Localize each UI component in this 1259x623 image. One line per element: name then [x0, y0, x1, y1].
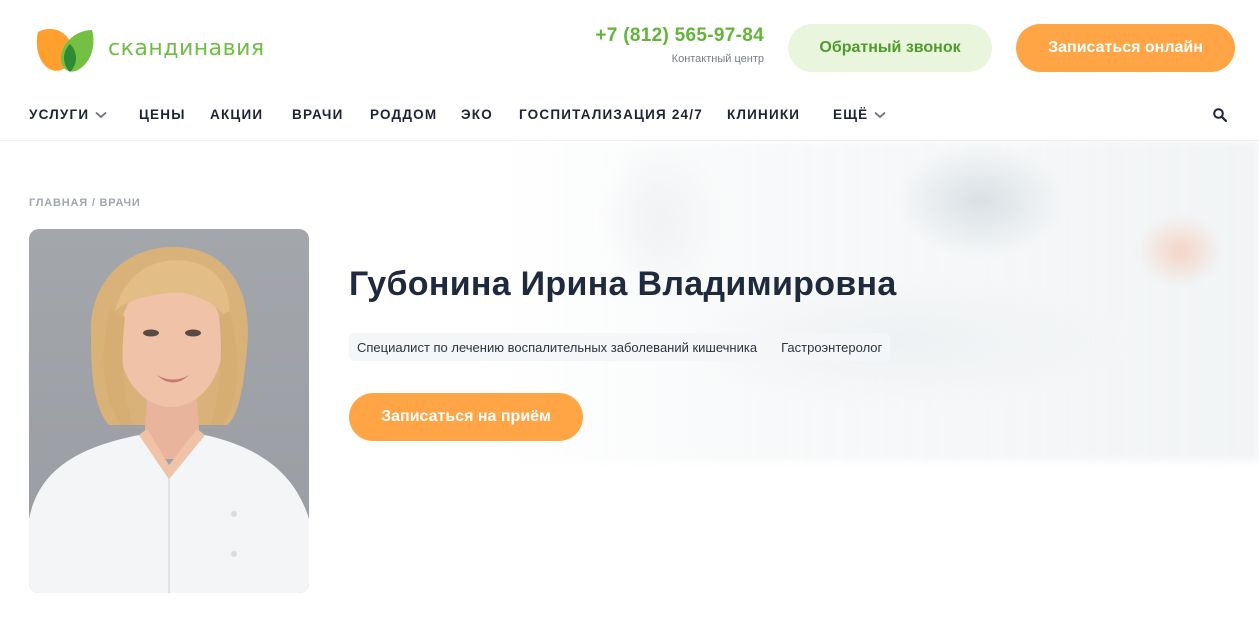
contact-block: +7 (812) 565-97-84 Контактный центр: [595, 25, 764, 65]
main-nav: УСЛУГИ ЦЕНЫ АКЦИИ ВРАЧИ РОДДОМ ЭКО ГОСПИ…: [0, 96, 1259, 141]
nav-item-label: АКЦИИ: [210, 107, 264, 122]
breadcrumb[interactable]: ГЛАВНАЯ / ВРАЧИ: [29, 197, 141, 209]
specialty-tag: Специалист по лечению воспалительных заб…: [349, 333, 766, 361]
search-icon[interactable]: [1212, 107, 1228, 123]
nav-item-label: УСЛУГИ: [29, 107, 90, 122]
nav-item-label: КЛИНИКИ: [727, 107, 801, 122]
callback-button[interactable]: Обратный звонок: [788, 24, 992, 72]
specialty-tag: Гастроэнтеролог: [773, 333, 891, 361]
nav-item-label: ЕЩЁ: [833, 107, 869, 122]
logo[interactable]: скандинавия: [34, 22, 265, 74]
logo-leaves-icon: [36, 28, 94, 72]
book-appointment-button[interactable]: Записаться на приём: [349, 393, 583, 441]
nav-item-doctors[interactable]: ВРАЧИ: [292, 107, 343, 122]
nav-item-more[interactable]: ЕЩЁ: [833, 107, 887, 122]
book-online-button[interactable]: Записаться онлайн: [1016, 24, 1235, 72]
doctor-photo: [29, 229, 309, 593]
nav-item-ivf[interactable]: ЭКО: [461, 107, 493, 122]
nav-item-maternity[interactable]: РОДДОМ: [370, 107, 437, 122]
nav-item-clinics[interactable]: КЛИНИКИ: [727, 107, 800, 122]
nav-item-services[interactable]: УСЛУГИ: [29, 107, 107, 122]
doctor-portrait-illustration: [29, 246, 309, 593]
nav-item-hospitalization[interactable]: ГОСПИТАЛИЗАЦИЯ 24/7: [519, 107, 703, 122]
chevron-down-icon: [95, 111, 107, 118]
contact-note: Контактный центр: [671, 53, 764, 65]
nav-item-prices[interactable]: ЦЕНЫ: [139, 107, 186, 122]
logo-text: скандинавия: [108, 35, 265, 61]
nav-item-label: ГОСПИТАЛИЗАЦИЯ 24/7: [519, 107, 703, 122]
nav-item-label: ЭКО: [461, 107, 493, 122]
nav-item-label: ВРАЧИ: [292, 107, 344, 122]
nav-item-label: РОДДОМ: [370, 107, 438, 122]
site-header: скандинавия +7 (812) 565-97-84 Контактны…: [0, 0, 1259, 96]
doctor-specialties: Специалист по лечению воспалительных заб…: [349, 333, 891, 361]
doctor-name: Губонина Ирина Владимировна: [349, 265, 897, 303]
nav-item-promotions[interactable]: АКЦИИ: [210, 107, 263, 122]
chevron-down-icon: [874, 111, 887, 118]
nav-item-label: ЦЕНЫ: [139, 107, 186, 122]
doctor-hero: ГЛАВНАЯ / ВРАЧИ Губонина Ирина Владимиро…: [0, 141, 1259, 623]
phone-number[interactable]: +7 (812) 565-97-84: [595, 25, 764, 47]
